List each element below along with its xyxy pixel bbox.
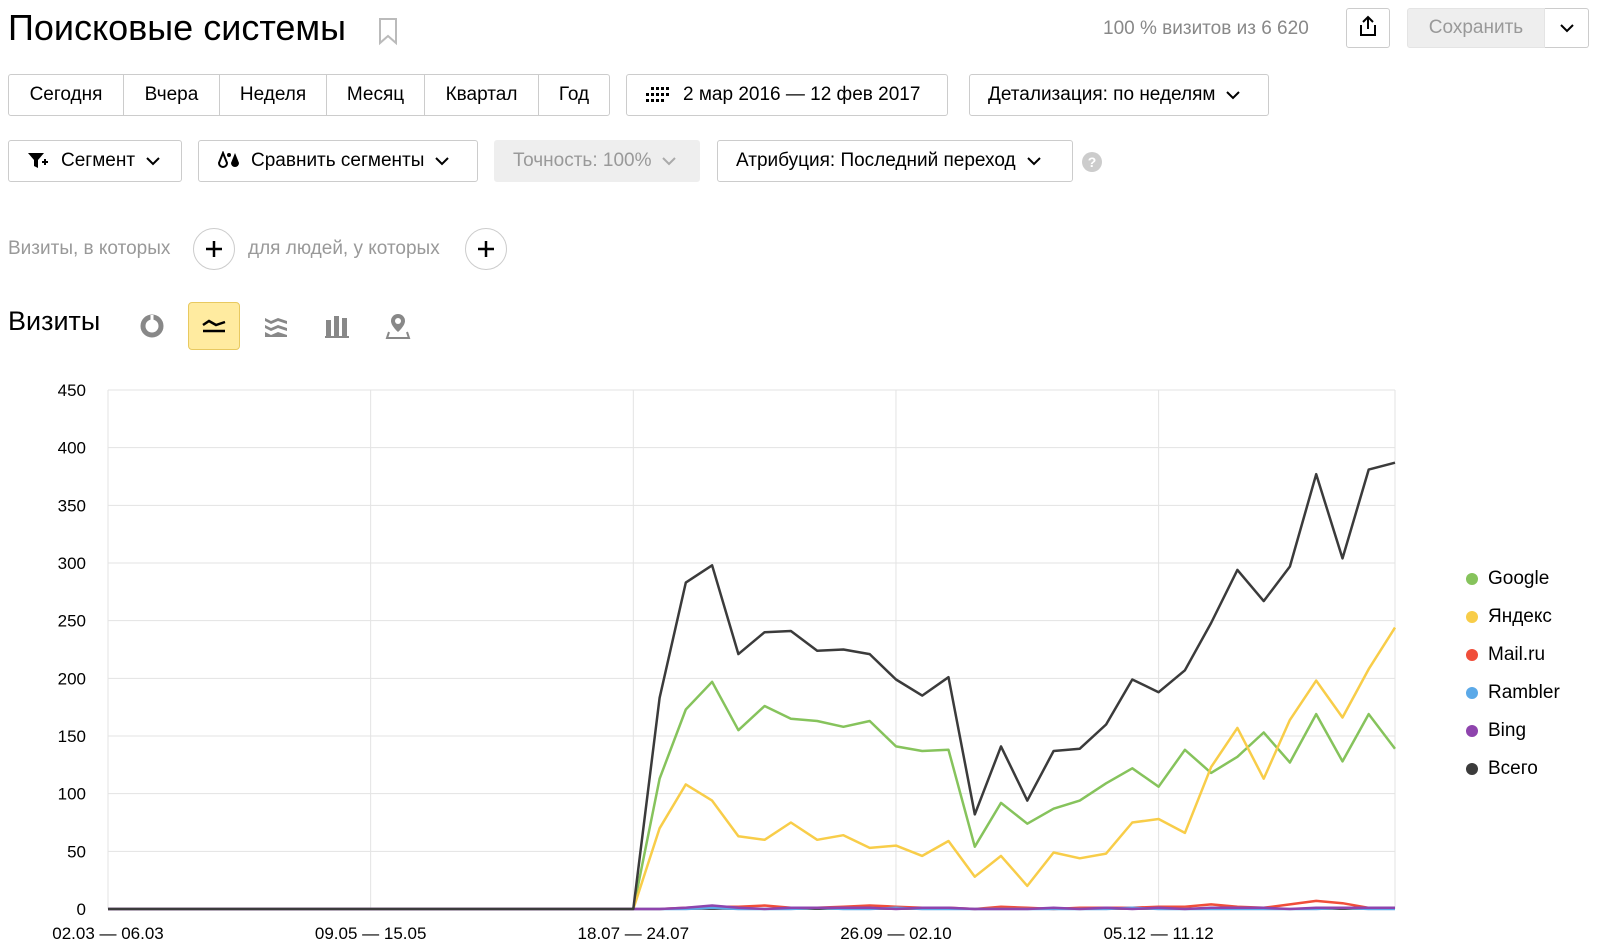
y-axis: 0 50 100 150 200 250 300 350 400 450 bbox=[58, 381, 86, 919]
compare-icon bbox=[217, 151, 241, 171]
x-axis: 02.03 — 06.03 09.05 — 15.05 18.07 — 24.07 2… bbox=[52, 924, 1214, 943]
detail-dropdown[interactable]: Детализация: по неделям bbox=[969, 74, 1269, 116]
x-tick-label: 18.07 — 24.07 bbox=[578, 924, 690, 943]
chevron-down-icon bbox=[1226, 91, 1241, 100]
period-week[interactable]: Неделя bbox=[220, 75, 327, 115]
line-chart-icon bbox=[202, 319, 226, 333]
legend-dot-icon bbox=[1466, 573, 1478, 585]
legend-item[interactable]: Google bbox=[1466, 560, 1560, 598]
y-tick-label: 400 bbox=[58, 439, 86, 458]
legend-item[interactable]: Mail.ru bbox=[1466, 636, 1560, 674]
y-tick-label: 450 bbox=[58, 381, 86, 400]
chart-section-title: Визиты bbox=[8, 306, 101, 336]
date-range-label: 2 мар 2016 — 12 фев 2017 bbox=[683, 84, 921, 105]
x-tick-label: 02.03 — 06.03 bbox=[52, 924, 164, 943]
calendar-icon bbox=[645, 86, 669, 104]
y-tick-label: 50 bbox=[67, 842, 86, 861]
y-tick-label: 350 bbox=[58, 496, 86, 515]
legend-item[interactable]: Яндекс bbox=[1466, 598, 1560, 636]
view-bar-button[interactable] bbox=[311, 302, 363, 350]
period-month[interactable]: Месяц bbox=[327, 75, 425, 115]
legend-item[interactable]: Всего bbox=[1466, 750, 1560, 788]
y-tick-label: 200 bbox=[58, 669, 86, 688]
attribution-dropdown[interactable]: Атрибуция: Последний переход bbox=[717, 140, 1073, 182]
help-icon[interactable]: ? bbox=[1082, 152, 1102, 172]
save-dropdown-button[interactable] bbox=[1545, 8, 1589, 48]
pie-chart-icon bbox=[140, 314, 164, 338]
visits-line-chart: 0 50 100 150 200 250 300 350 400 450 02.03 — 06.0… bbox=[52, 381, 1397, 943]
view-pie-button[interactable] bbox=[126, 302, 178, 350]
attribution-label: Атрибуция: Последний переход bbox=[736, 150, 1016, 171]
period-today[interactable]: Сегодня bbox=[9, 75, 124, 115]
y-tick-label: 250 bbox=[58, 612, 86, 631]
series-line-0 bbox=[108, 680, 1396, 911]
legend-dot-icon bbox=[1466, 687, 1478, 699]
series-line-5 bbox=[108, 461, 1396, 911]
page-title: Поисковые системы bbox=[8, 7, 347, 48]
visits-summary: 100 % визитов из 6 620 bbox=[1103, 18, 1309, 39]
y-tick-label: 100 bbox=[58, 785, 86, 804]
area-chart-icon bbox=[265, 318, 287, 337]
legend-dot-icon bbox=[1466, 725, 1478, 737]
add-visit-condition-button[interactable] bbox=[193, 228, 235, 270]
accuracy-dropdown: Точность: 100% bbox=[494, 140, 700, 182]
legend-dot-icon bbox=[1466, 611, 1478, 623]
legend-dot-icon bbox=[1466, 649, 1478, 661]
filter-icon bbox=[27, 152, 49, 170]
period-yesterday[interactable]: Вчера bbox=[124, 75, 220, 115]
legend-label: Яндекс bbox=[1488, 606, 1552, 627]
chevron-down-icon bbox=[1559, 24, 1574, 33]
legend-label: Всего bbox=[1488, 758, 1538, 779]
share-icon bbox=[1358, 15, 1378, 42]
compare-label: Сравнить сегменты bbox=[251, 150, 425, 171]
date-range-button[interactable]: 2 мар 2016 — 12 фев 2017 bbox=[626, 74, 948, 116]
x-tick-label: 26.09 — 02.10 bbox=[840, 924, 952, 943]
period-selector: Сегодня Вчера Неделя Месяц Квартал Год bbox=[8, 74, 610, 116]
chart-legend: Google Яндекс Mail.ru Rambler Bing Всего bbox=[1466, 560, 1560, 788]
chevron-down-icon bbox=[662, 157, 677, 166]
chart-grid bbox=[107, 389, 1396, 910]
plus-icon bbox=[478, 241, 494, 257]
save-group: Сохранить bbox=[1407, 8, 1589, 48]
compare-segments-dropdown[interactable]: Сравнить сегменты bbox=[198, 140, 478, 182]
legend-label: Mail.ru bbox=[1488, 644, 1546, 665]
segment-label: Сегмент bbox=[61, 150, 136, 171]
legend-dot-icon bbox=[1466, 763, 1478, 775]
x-tick-label: 09.05 — 15.05 bbox=[315, 924, 427, 943]
view-area-button[interactable] bbox=[250, 302, 302, 350]
legend-label: Bing bbox=[1488, 720, 1527, 741]
period-year[interactable]: Год bbox=[539, 75, 609, 115]
series-line-1 bbox=[108, 626, 1397, 911]
y-tick-label: 300 bbox=[58, 554, 86, 573]
chevron-down-icon bbox=[1026, 157, 1041, 166]
view-line-button[interactable] bbox=[188, 302, 240, 350]
accuracy-label: Точность: 100% bbox=[513, 150, 652, 171]
share-button[interactable] bbox=[1346, 8, 1390, 48]
map-icon bbox=[385, 314, 411, 339]
bar-chart-icon bbox=[325, 316, 349, 338]
chevron-down-icon bbox=[435, 157, 450, 166]
x-tick-label: 05.12 — 11.12 bbox=[1103, 924, 1213, 943]
view-map-button[interactable] bbox=[372, 302, 424, 350]
period-quarter[interactable]: Квартал bbox=[425, 75, 539, 115]
legend-label: Rambler bbox=[1488, 682, 1560, 703]
y-tick-label: 0 bbox=[77, 900, 86, 919]
save-button[interactable]: Сохранить bbox=[1407, 8, 1545, 48]
chevron-down-icon bbox=[146, 157, 160, 166]
y-tick-label: 150 bbox=[58, 727, 86, 746]
detail-label: Детализация: по неделям bbox=[988, 84, 1216, 105]
add-people-condition-button[interactable] bbox=[465, 228, 507, 270]
legend-item[interactable]: Bing bbox=[1466, 712, 1560, 750]
people-filter-label: для людей, у которых bbox=[248, 238, 440, 259]
segment-dropdown[interactable]: Сегмент bbox=[8, 140, 182, 182]
legend-label: Google bbox=[1488, 568, 1550, 589]
plus-icon bbox=[206, 241, 222, 257]
bookmark-icon[interactable] bbox=[376, 16, 400, 46]
chart-series bbox=[108, 461, 1397, 911]
legend-item[interactable]: Rambler bbox=[1466, 674, 1560, 712]
visits-filter-label: Визиты, в которых bbox=[8, 238, 171, 259]
